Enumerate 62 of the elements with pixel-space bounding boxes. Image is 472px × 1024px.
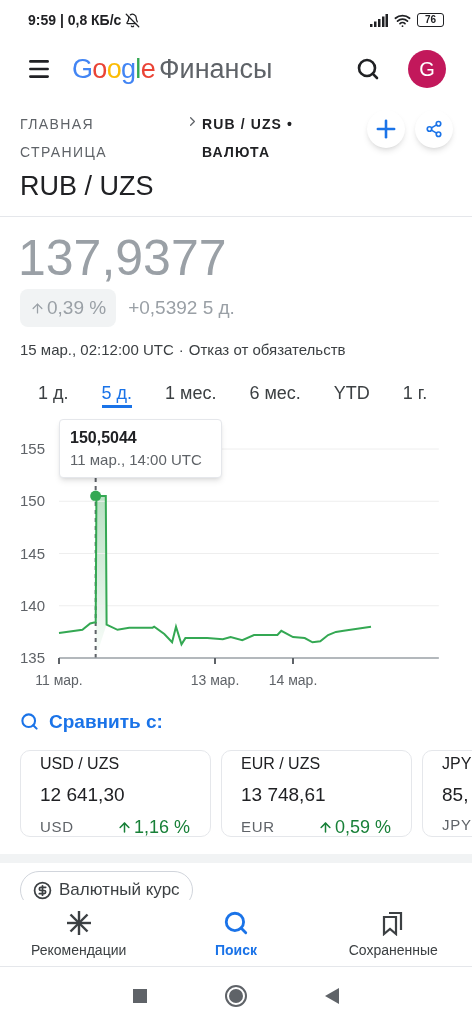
asterisk-icon xyxy=(65,910,92,936)
add-button[interactable] xyxy=(367,110,405,148)
card-pair: JPY xyxy=(442,754,472,774)
search-icon xyxy=(20,712,39,732)
card-currency: JPY xyxy=(442,815,472,835)
card-currency: EUR xyxy=(241,817,275,837)
x-axis-label: 11 мар. xyxy=(35,671,83,688)
logo: Google xyxy=(72,52,156,86)
bell-off-icon xyxy=(125,12,141,28)
y-axis-label: 145 xyxy=(20,544,46,561)
change-percent: 0,39 % xyxy=(47,295,107,320)
card-price: 85, xyxy=(442,784,470,806)
range-tab[interactable]: YTD xyxy=(333,381,370,408)
change-value: +0,5392 5 д. xyxy=(128,295,235,320)
app-title: Финансы xyxy=(159,52,273,86)
range-tab[interactable]: 1 г. xyxy=(402,381,428,408)
dollar-icon xyxy=(33,880,52,900)
x-axis-label: 14 мар. xyxy=(268,671,318,688)
search-icon xyxy=(223,910,249,936)
card-currency: USD xyxy=(40,817,74,837)
price: 137,9377 xyxy=(17,231,228,285)
card-price: 13 748,61 xyxy=(241,784,327,806)
y-axis-label: 150 xyxy=(20,491,46,509)
card-pair: USD / UZS xyxy=(40,754,121,774)
compare-label: Сравнить с: xyxy=(49,709,163,734)
range-tab[interactable]: 1 мес. xyxy=(165,381,217,408)
nav-tab[interactable]: Поиск xyxy=(157,900,315,966)
compare-card[interactable]: USD / UZS 12 641,30 USD 1,16 % xyxy=(20,750,211,837)
disclaimer-link[interactable]: Отказ от обязательств xyxy=(188,339,346,362)
tooltip-time: 11 мар., 14:00 UTC xyxy=(70,449,203,470)
back-button[interactable] xyxy=(325,987,339,1004)
nav-tab[interactable]: Рекомендации xyxy=(0,900,158,966)
avatar[interactable]: G xyxy=(408,50,446,88)
compare-card[interactable]: JPY 85, JPY xyxy=(422,750,472,837)
card-change: 0,59 % xyxy=(334,816,391,837)
pair-title: RUB / UZS xyxy=(19,170,155,203)
tooltip-value: 150,5044 xyxy=(70,427,138,448)
battery-icon: 76 xyxy=(417,13,444,27)
x-axis-label: 13 мар. xyxy=(190,671,240,688)
status-time: 9:59 | 0,8 КБ/с xyxy=(28,10,122,30)
signal-icon xyxy=(370,13,388,27)
share-icon xyxy=(425,120,443,138)
card-change: 1,16 % xyxy=(133,816,190,837)
card-pair: EUR / UZS xyxy=(241,754,322,774)
compare-card[interactable]: EUR / UZS 13 748,61 EUR 0,59 % xyxy=(221,750,412,837)
y-axis-label: 155 xyxy=(20,439,46,457)
range-tab[interactable]: 6 мес. xyxy=(249,381,301,408)
search-icon[interactable] xyxy=(356,57,380,81)
home-button[interactable] xyxy=(225,984,247,1007)
card-price: 12 641,30 xyxy=(40,784,126,806)
timestamp: 15 мар., 02:12:00 UTC xyxy=(20,340,174,360)
y-axis-label: 140 xyxy=(20,596,46,614)
range-tab[interactable]: 1 д. xyxy=(38,381,69,408)
range-tab[interactable]: 5 д. xyxy=(101,381,133,408)
nav-tab[interactable]: Сохраненные xyxy=(314,900,472,966)
breadcrumb-link[interactable]: ГЛАВНАЯ СТРАНИЦА xyxy=(20,110,185,166)
y-axis-label: 135 xyxy=(20,648,46,666)
hover-point xyxy=(90,490,102,502)
separator: · xyxy=(178,340,184,360)
share-button[interactable] xyxy=(415,110,453,148)
recents-button[interactable] xyxy=(133,988,147,1003)
breadcrumb-current: RUB / UZS • ВАЛЮТА xyxy=(202,115,295,162)
